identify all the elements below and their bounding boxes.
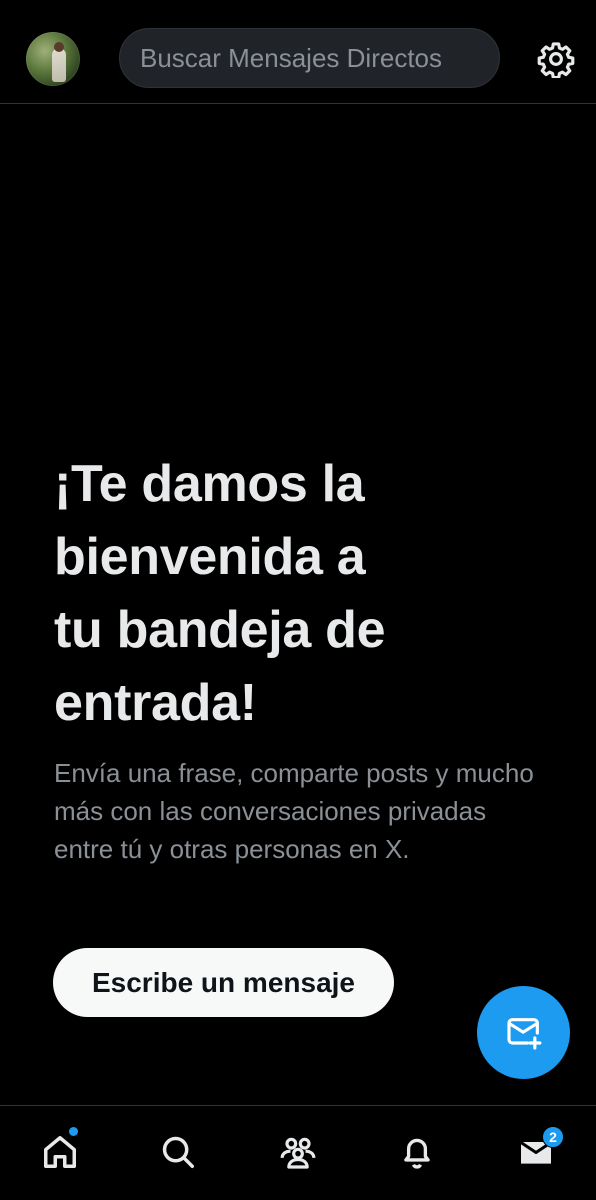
welcome-title: ¡Te damos la bienvenida a tu bandeja de … [54, 448, 554, 740]
welcome-title-line: tu bandeja de [54, 601, 386, 659]
welcome-subtitle: Envía una frase, comparte posts y mucho … [54, 758, 534, 864]
search-box[interactable] [119, 28, 500, 88]
write-message-button[interactable]: Escribe un mensaje [53, 948, 394, 1017]
top-bar [0, 0, 596, 104]
welcome-section: ¡Te damos la bienvenida a tu bandeja de … [54, 448, 554, 868]
avatar[interactable] [26, 32, 80, 86]
bottom-nav: 2 [0, 1105, 596, 1200]
search-icon [162, 1136, 194, 1168]
nav-communities[interactable] [272, 1126, 324, 1178]
settings-button[interactable] [534, 37, 578, 81]
messages-count-badge: 2 [542, 1126, 564, 1148]
welcome-title-line: entrada! [54, 674, 257, 732]
nav-search[interactable] [152, 1126, 204, 1178]
welcome-title-line: ¡Te damos la [54, 455, 365, 513]
nav-notifications[interactable] [391, 1126, 443, 1178]
new-message-fab[interactable] [477, 986, 570, 1079]
new-message-icon [506, 1017, 541, 1050]
search-input[interactable] [140, 42, 499, 74]
nav-home[interactable] [34, 1126, 86, 1178]
bell-icon [404, 1138, 430, 1169]
home-unread-dot [69, 1127, 78, 1136]
welcome-title-line: bienvenida a [54, 528, 366, 586]
home-icon [44, 1136, 76, 1168]
avatar-head [54, 42, 64, 52]
messages-screen: ¡Te damos la bienvenida a tu bandeja de … [0, 0, 596, 1200]
people-icon [280, 1137, 316, 1169]
gear-icon [537, 42, 575, 78]
nav-messages[interactable]: 2 [510, 1126, 564, 1178]
avatar-figure [52, 48, 66, 82]
